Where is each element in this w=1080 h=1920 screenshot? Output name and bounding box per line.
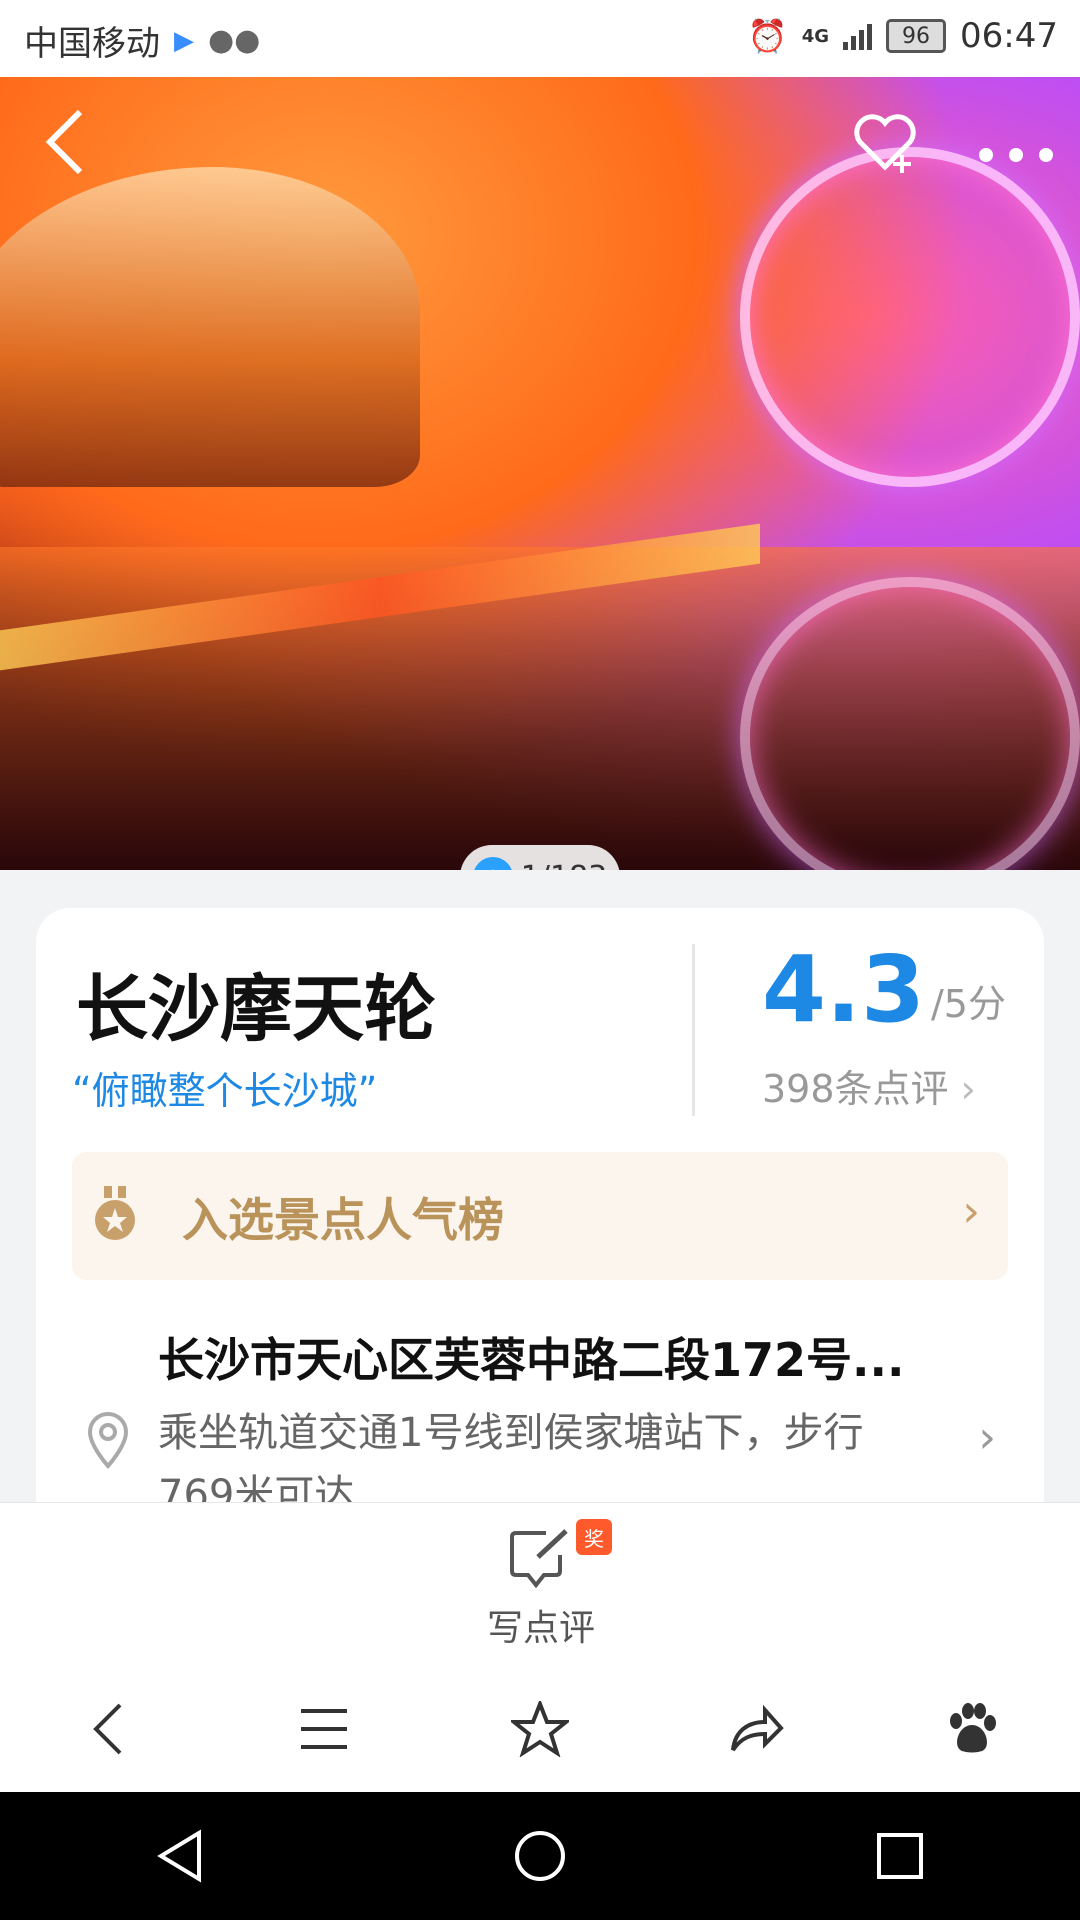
more-icon[interactable] [976,115,1056,185]
favorite-icon[interactable] [850,107,920,192]
ranking-banner[interactable]: 入选景点人气榜 › [72,1152,1008,1280]
info-card: 长沙摩天轮 “俯瞰整个长沙城” 4.3 /5分 398条点评 › 入选景点人气榜… [36,908,1044,1508]
reviews-link[interactable]: 398条点评 › [762,1058,976,1113]
browser-bookmark-button[interactable] [500,1689,580,1769]
ferris-wheel-shape [740,147,1080,487]
browser-toolbar [0,1666,1080,1792]
signal-icon [843,22,873,50]
baidu-paw-icon [950,1703,996,1753]
browser-baidu-button[interactable] [932,1689,1012,1769]
chevron-right-icon: › [960,1067,976,1111]
ranking-label: 入选景点人气榜 [182,1193,504,1247]
carrier-name: 中国移动 [24,24,160,64]
edit-icon [510,1529,568,1589]
wechat-icon: ●● [208,23,261,58]
browser-back-button[interactable] [68,1689,148,1769]
nav-back-button[interactable] [130,1806,230,1906]
rating-suffix: /5分 [930,982,1006,1026]
reviews-count: 398条点评 [762,1067,949,1111]
network-type: 4G [801,25,830,47]
nav-back-icon [157,1829,201,1883]
divider [692,944,695,1116]
camera-icon: ◉ [472,857,513,870]
chevron-right-icon: › [962,1186,980,1237]
back-icon[interactable] [40,107,90,192]
clock: 06:47 [960,16,1058,56]
share-icon [731,1704,784,1752]
attraction-title: 长沙摩天轮 [76,967,437,1051]
attraction-tagline: “俯瞰整个长沙城” [72,1069,378,1113]
write-review-bar: 写点评 奖 [0,1502,1080,1668]
system-nav-bar [0,1792,1080,1920]
transit-directions[interactable]: 乘坐轨道交通1号线到侯家塘站下，步行769米可达 [158,1402,938,1508]
nav-home-icon [515,1831,565,1881]
location-pin-icon [87,1411,129,1469]
menu-icon [301,1709,347,1749]
award-badge: 奖 [576,1519,612,1555]
medal-icon [95,1186,135,1240]
back-icon [93,1703,122,1755]
photo-counter[interactable]: ◉ 1/183 [460,845,620,870]
battery-level: 96 [902,23,931,49]
stadium-shape [0,167,420,487]
photo-counter-text: 1/183 [521,860,607,871]
nav-home-button[interactable] [490,1806,590,1906]
browser-menu-button[interactable] [284,1689,364,1769]
battery-icon: 96 [886,19,947,53]
write-review-label: 写点评 [486,1608,595,1649]
address[interactable]: 长沙市天心区芙蓉中路二段172号... [158,1324,904,1390]
rating-score: 4.3 [762,936,925,1043]
status-bar: 中国移动 ▶ ●● ⏰ 4G 96 06:47 [0,0,1080,77]
hero-photo[interactable]: ◉ 1/183 [0,77,1080,870]
chevron-right-icon: › [978,1412,996,1463]
alarm-icon: ⏰ [747,17,788,55]
browser-share-button[interactable] [716,1689,796,1769]
nav-recent-icon [877,1833,923,1879]
star-icon [511,1701,569,1757]
nav-recent-button[interactable] [850,1806,950,1906]
rating: 4.3 /5分 [762,944,1006,1036]
youku-icon: ▶ [174,25,194,56]
